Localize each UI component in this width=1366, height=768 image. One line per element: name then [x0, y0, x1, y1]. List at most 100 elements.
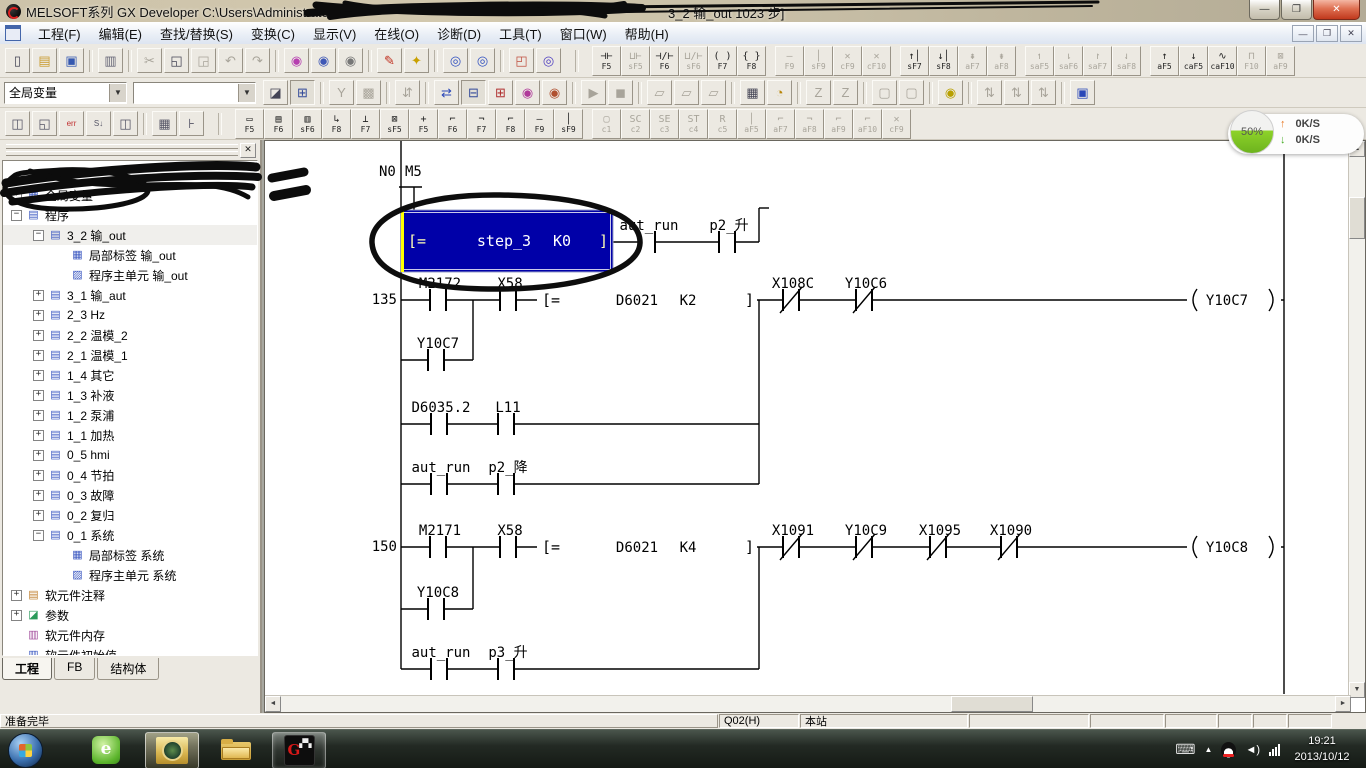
ladder-key-sF5[interactable]: ⊠sF5	[380, 109, 409, 139]
ladder-key-sF8[interactable]: ↓│sF8	[929, 46, 958, 76]
tree-item[interactable]: ▥软元件内存	[3, 625, 257, 645]
ladder-coil[interactable]: Y10C8	[1187, 536, 1281, 558]
start-button[interactable]	[8, 733, 43, 768]
ladder-key-cF10[interactable]: ✕cF10	[862, 46, 891, 76]
ladder-key-F9[interactable]: —F9	[525, 109, 554, 139]
tree-expander[interactable]: +	[33, 430, 44, 441]
ladder-contact-no[interactable]: X58	[497, 523, 522, 558]
ladder-key-F7[interactable]: ⊥F7	[351, 109, 380, 139]
save-icon[interactable]: ▣	[59, 48, 84, 73]
tree-item[interactable]: −▤程序	[3, 205, 257, 225]
taskbar-app-gold-badge[interactable]	[145, 732, 199, 768]
ladder-key-F9[interactable]: —F9	[775, 46, 804, 76]
tree-item[interactable]: ▨程序主单元 输_out	[3, 265, 257, 285]
mdi-child-icon[interactable]	[5, 25, 21, 41]
tree-display-icon[interactable]: ⊟	[461, 80, 486, 105]
ladder-contact-nc[interactable]: Y10C9	[845, 523, 887, 560]
program-list-icon[interactable]: ▦	[740, 80, 765, 105]
find-contact-coil-icon[interactable]: ◉	[938, 80, 963, 105]
menu-1[interactable]: 工程(F)	[29, 22, 90, 45]
sidebar-tab-2[interactable]: FB	[54, 658, 95, 680]
horizontal-scroll-thumb[interactable]	[951, 696, 1033, 712]
window-split-icon[interactable]: ◫	[5, 111, 30, 136]
tree-item[interactable]: +▤软元件注释	[3, 585, 257, 605]
ladder-key-F5[interactable]: ⊣⊢F5	[592, 46, 621, 76]
ladder-contact-no[interactable]: p3_升	[488, 645, 527, 680]
tree-expander[interactable]: −	[33, 530, 44, 541]
hidden-icons-chevron[interactable]: ▲	[1205, 745, 1213, 754]
tree-item[interactable]: +◪参数	[3, 605, 257, 625]
menu-3[interactable]: 查找/替换(S)	[151, 22, 242, 45]
ladder-key-saF7[interactable]: ↾saF7	[1083, 46, 1112, 76]
mdi-minimize-button[interactable]: —	[1292, 25, 1314, 42]
crossref-window-icon[interactable]: ▦	[152, 111, 177, 136]
ladder-contact-no[interactable]: L11	[495, 400, 520, 435]
tree-expander[interactable]: −	[11, 210, 22, 221]
ladder-contact-nc[interactable]: X108C	[772, 276, 814, 313]
network-signal-icon[interactable]	[1269, 744, 1280, 756]
memory-ball-indicator[interactable]: 50%	[1230, 110, 1274, 154]
ladder-key-F8[interactable]: ⌐F8	[496, 109, 525, 139]
ladder-key-F10[interactable]: ⊓F10	[1237, 46, 1266, 76]
ladder-contact-no[interactable]: aut_run	[411, 460, 470, 495]
tree-expander[interactable]: +	[33, 370, 44, 381]
ladder-key-sF9[interactable]: │sF9	[804, 46, 833, 76]
trace-3-icon[interactable]: ▱	[701, 80, 726, 105]
ladder-key-caF10[interactable]: ∿caF10	[1208, 46, 1237, 76]
window-jump2-icon[interactable]: ▢	[899, 80, 924, 105]
mdi-close-button[interactable]: ✕	[1340, 25, 1362, 42]
panel-grip[interactable]: ✕	[0, 140, 260, 160]
new-icon[interactable]: ▯	[5, 48, 30, 73]
sort-step-icon[interactable]: S↓	[86, 111, 111, 136]
ladder-contact-nc[interactable]: Y10C6	[845, 276, 887, 313]
device-test-icon[interactable]: ✦	[404, 48, 429, 73]
taskbar-clock[interactable]: 19:21 2013/10/12	[1282, 733, 1362, 765]
ladder-key-aF9[interactable]: ⊠aF9	[1266, 46, 1295, 76]
menu-5[interactable]: 显示(V)	[304, 22, 365, 45]
keyboard-tray-icon[interactable]: ⌨	[1175, 741, 1195, 758]
tree-item[interactable]: ▥软元件初始值	[3, 645, 257, 656]
zoom-in-icon[interactable]: ◎	[443, 48, 468, 73]
plc-transfer-icon[interactable]: ⇄	[434, 80, 459, 105]
tree-expander[interactable]: +	[11, 610, 22, 621]
tree-expander[interactable]: +	[33, 450, 44, 461]
qq-tray-icon[interactable]	[1221, 742, 1236, 758]
zoom-out-icon[interactable]: ◎	[470, 48, 495, 73]
menu-2[interactable]: 编辑(E)	[90, 22, 151, 45]
monitor-start-icon[interactable]: ▶	[581, 80, 606, 105]
navigate-tree-icon[interactable]: ⊞	[290, 80, 315, 105]
monitor-window-icon[interactable]: ▣	[1070, 80, 1095, 105]
tree-item[interactable]: +▦全局变量	[3, 185, 257, 205]
label-scope-combobox[interactable]: 全局变量▼	[4, 82, 127, 104]
ladder-contact-no[interactable]: D6035.2	[411, 400, 470, 435]
comment-display-icon[interactable]: ◰	[509, 48, 534, 73]
mdi-restore-button[interactable]: ❐	[1316, 25, 1338, 42]
ladder-key-c1[interactable]: ▢c1	[592, 109, 621, 139]
ladder-key-F5[interactable]: +F5	[409, 109, 438, 139]
ladder-key-F5[interactable]: ▭F5	[235, 109, 264, 139]
tree-expander[interactable]: +	[33, 510, 44, 521]
ladder-contact-no[interactable]: M2172	[419, 276, 461, 311]
close-button[interactable]: ✕	[1313, 0, 1360, 20]
taskbar-app-360browser[interactable]: e	[80, 732, 132, 767]
ladder-contact-no[interactable]: Y10C7	[417, 336, 459, 371]
tree-expander[interactable]: +	[33, 350, 44, 361]
tree-expander[interactable]: +	[33, 390, 44, 401]
tree-item[interactable]: +▤0_5 hmi	[3, 445, 257, 465]
ladder-contact-nc[interactable]: X1095	[919, 523, 961, 560]
tree-expander[interactable]: +	[33, 310, 44, 321]
ladder-contact-no[interactable]: p2_升	[709, 218, 748, 253]
ladder-key-aF5[interactable]: ↑aF5	[1150, 46, 1179, 76]
ladder-key-F8[interactable]: ↳F8	[322, 109, 351, 139]
horizontal-scrollbar[interactable]: ◄ ►	[265, 695, 1351, 712]
ladder-key-aF7[interactable]: ⇞aF7	[958, 46, 987, 76]
cut-icon[interactable]: ✂	[137, 48, 162, 73]
expand-3-icon[interactable]: ⇅	[1031, 80, 1056, 105]
find-device-icon[interactable]: ◉	[284, 48, 309, 73]
ladder-key-aF8[interactable]: ¬aF8	[795, 109, 824, 139]
tree-expander[interactable]: +	[33, 470, 44, 481]
menu-4[interactable]: 变换(C)	[242, 22, 304, 45]
tree-item[interactable]: +▤0_4 节拍	[3, 465, 257, 485]
ladder-key-saF5[interactable]: ↿saF5	[1025, 46, 1054, 76]
ladder-contact-no[interactable]: M2171	[419, 523, 461, 558]
